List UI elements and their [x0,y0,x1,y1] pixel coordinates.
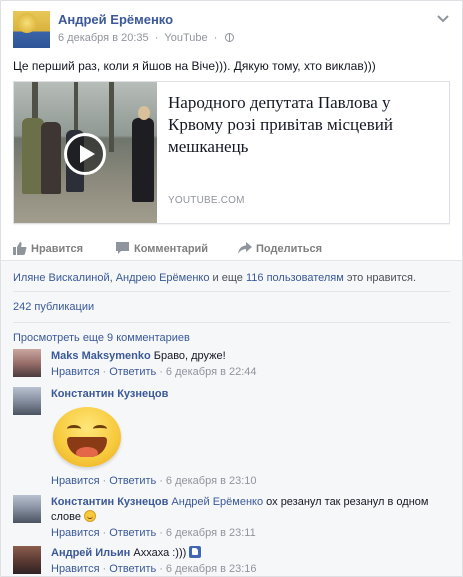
comment-meta: Нравится · Ответить · 6 декабря в 23:16 [51,562,450,577]
likes-summary: Иляне Вискалиной, Андрею Ерёменко и еще … [13,272,416,284]
comment-meta: Нравится · Ответить · 6 декабря в 23:10 [51,475,257,487]
chevron-down-icon[interactable] [436,13,450,25]
meta-separator: · [159,366,163,378]
post-timestamp[interactable]: 6 декабря в 20:35 [58,32,149,44]
post-header: Андрей Ерёменко 6 декабря в 20:35 · YouT… [13,11,450,48]
comment-like-link[interactable]: Нравится [51,527,100,539]
commenter-avatar[interactable] [13,349,41,377]
smile-emoji-icon [84,510,97,522]
meta-separator: · [213,32,218,44]
shared-link-domain: YOUTUBE.COM [168,195,245,206]
video-thumbnail[interactable] [14,82,157,223]
post-source: YouTube [164,32,208,44]
thumbs-up-emoji-icon [189,546,202,558]
share-label: Поделиться [256,243,323,255]
comment-icon [116,242,129,254]
comment-timestamp[interactable]: 6 декабря в 23:11 [166,527,256,539]
commenter-name[interactable]: Maks Maksymenko [51,350,151,362]
post-meta: 6 декабря в 20:35 · YouTube · [58,32,235,44]
like-label: Нравится [31,243,84,255]
comment-label: Комментарий [134,243,209,255]
meta-separator: · [159,475,163,487]
divider [13,322,450,323]
post-card: Андрей Ерёменко 6 декабря в 20:35 · YouT… [0,0,463,577]
meta-separator: · [154,32,159,44]
meta-separator: · [102,563,107,575]
meta-separator: · [159,563,163,575]
meta-separator: · [102,527,107,539]
meta-separator: · [102,475,107,487]
comment-like-link[interactable]: Нравится [51,563,100,575]
comment-mention[interactable]: Андрей Ерёменко [171,496,263,508]
comment-like-link[interactable]: Нравится [51,366,100,378]
meta-separator: · [159,527,163,539]
comment-like-link[interactable]: Нравится [51,475,100,487]
liker-link[interactable]: Иляне Вискалиной [13,272,110,284]
comment-reply-link[interactable]: Ответить [109,563,156,575]
shares-count-link[interactable]: 242 публикации [13,301,94,313]
laughing-sticker [53,407,121,467]
likes-suffix: это нравится. [346,272,417,284]
comment-reply-link[interactable]: Ответить [109,366,156,378]
likes-and: и еще [212,272,243,284]
shared-link-title[interactable]: Народного депутата Павлова у Крвому розі… [168,92,438,158]
comment-text: Аххаха :))) [133,547,187,559]
divider [1,260,462,261]
globe-icon [225,33,235,42]
commenter-name[interactable]: Андрей Ильин [51,547,130,559]
comment-timestamp[interactable]: 6 декабря в 23:10 [166,475,257,487]
view-more-comments-link[interactable]: Просмотреть еще 9 комментариев [13,332,190,344]
post-actions: Нравится Комментарий Поделиться [13,239,450,259]
thumbs-up-icon [13,242,27,255]
comment-timestamp[interactable]: 6 декабря в 23:16 [166,563,257,575]
commenter-avatar[interactable] [13,546,41,574]
comment-timestamp[interactable]: 6 декабря в 22:44 [166,366,257,378]
comment-text: Браво, друже! [153,350,226,362]
comment-reply-link[interactable]: Ответить [109,527,156,539]
commenter-name[interactable]: Константин Кузнецов [51,388,168,400]
comment-meta: Нравится · Ответить · 6 декабря в 23:11 [51,526,450,541]
commenter-avatar[interactable] [13,387,41,415]
play-icon[interactable] [64,133,106,175]
comment-reply-link[interactable]: Ответить [109,475,156,487]
divider [13,291,450,292]
post-text: Це перший раз, коли я йшов на Віче))). Д… [13,59,376,73]
share-arrow-icon [238,242,252,254]
liker-link[interactable]: Андрею Ерёменко [116,272,210,284]
commenter-avatar[interactable] [13,495,41,523]
shared-link[interactable]: Народного депутата Павлова у Крвому розі… [13,81,450,224]
author-avatar[interactable] [13,11,50,48]
comment-meta: Нравится · Ответить · 6 декабря в 22:44 [51,365,450,380]
meta-separator: · [102,366,107,378]
likers-count-link[interactable]: 116 пользователям [246,272,344,284]
likes-comma: , [109,272,113,284]
author-name[interactable]: Андрей Ерёменко [58,12,173,27]
commenter-name[interactable]: Константин Кузнецов [51,496,168,508]
